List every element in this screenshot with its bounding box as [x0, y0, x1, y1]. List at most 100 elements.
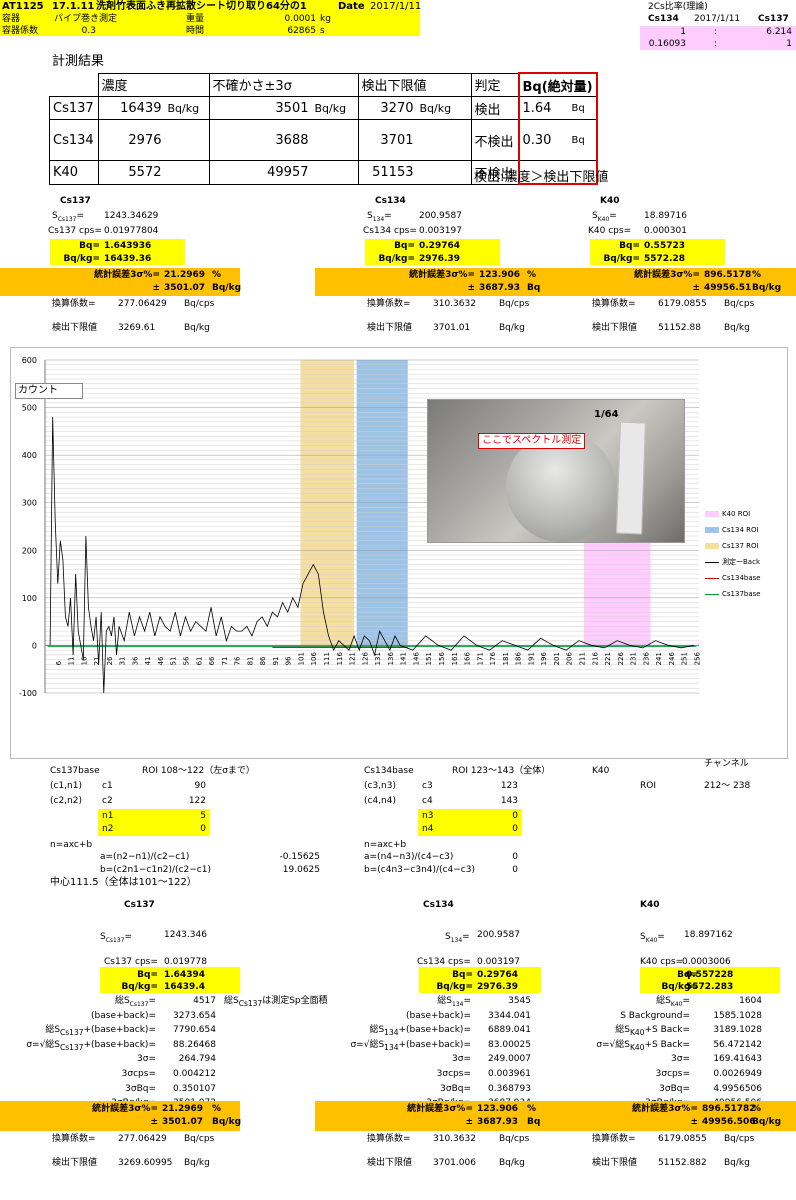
x-tick-label: 201	[553, 652, 561, 665]
roi134-b-label: b=(c4n3−c3n4)/(c4−c3)	[364, 865, 475, 875]
weight-value: 0.0001	[284, 14, 317, 24]
date-value: 2017/1/11	[370, 1, 422, 12]
cs137-det-bb-val: 3273.654	[173, 1010, 216, 1021]
cs137-sum-conv-unit: Bq/cps	[184, 299, 215, 309]
results-header-row: 濃度 不確かさ±3σ 検出下限値 判定 Bq(絶対量)	[49, 72, 598, 97]
lim-cs137: 3270	[357, 96, 417, 120]
cs137-det-sum-val: 7790.654	[173, 1025, 216, 1036]
roi134-n3v: 0	[512, 811, 518, 821]
cs134-det-bqkg-label: Bq/kg=	[436, 982, 473, 992]
k40-det-conv-val: 6179.0855	[658, 1134, 707, 1144]
lim-k40: 51153	[357, 160, 417, 185]
roi137-label: Cs137base	[50, 766, 100, 776]
roi137-a-label: a=(n2−n1)/(c2−c1)	[100, 852, 190, 862]
cs137-det-err-unit: %	[212, 1104, 222, 1114]
k40-det-bqkg-val: 5572.283	[686, 982, 734, 992]
k40-sum-cps-label: K40 cps=	[588, 226, 632, 236]
k40-det-s3-val: 169.41643	[713, 1054, 762, 1065]
sample-title: 洗剤竹表面ふき再拡散シート切り取り64分の1	[96, 1, 307, 12]
date-code: 17.1.11	[52, 1, 95, 12]
x-tick-label: 176	[489, 652, 497, 666]
legend-label: Cs134 ROI	[722, 526, 759, 534]
cs137-sum-bq-val: 1.643936	[104, 241, 152, 251]
cs137-det-s3-label: 3σ=	[137, 1054, 156, 1065]
judge-cs134: 不検出	[470, 119, 519, 161]
legend-swatch	[705, 527, 719, 533]
cs134-det-err-val: 123.906	[477, 1104, 518, 1114]
roi134-r1b: c3	[422, 781, 433, 791]
cs134-det-s3-val: 249.0007	[488, 1054, 531, 1065]
k40-sum-err-val: 896.5178	[704, 270, 752, 280]
cs134-det-bq-label: Bq=	[452, 970, 473, 980]
cs134-det-conv-val: 310.3632	[433, 1134, 476, 1144]
time-unit: s	[320, 26, 325, 36]
roi134-range: ROI 123〜143（全体）	[452, 766, 551, 776]
x-tick-label: 46	[157, 656, 165, 665]
cs134-det-lim-unit: Bq/kg	[499, 1158, 525, 1168]
cs134-det-lim-label: 検出下限値	[367, 1158, 413, 1168]
time-label: 時間	[186, 26, 205, 36]
cs134-det-lim-val: 3701.006	[433, 1158, 476, 1168]
x-tick-label: 66	[208, 656, 216, 665]
cs134-sum-err-val: 123.906	[479, 270, 520, 280]
cs137-sum-bqkg-label: Bq/kg=	[63, 254, 100, 264]
cs137-det-total-label: 総SCs137=	[114, 996, 156, 1008]
date-label: Date	[338, 1, 365, 12]
k40-det-conv-unit: Bq/cps	[724, 1134, 755, 1144]
roi137-n2v: 0	[200, 824, 206, 834]
roi134-n4: n4	[422, 824, 434, 834]
cs137-det-s3bq-val: 0.350107	[173, 1083, 216, 1094]
k40-sum-lim-unit: Bq/kg	[724, 323, 750, 333]
roi134-label: Cs134base	[364, 766, 414, 776]
nuclide-cs134: Cs134	[49, 119, 99, 161]
roi137-r1c: 90	[194, 781, 206, 791]
nuclide-cs137: Cs137	[49, 96, 99, 120]
legend-label: Cs134base	[722, 574, 761, 582]
roi137-b-val: 19.0625	[282, 865, 320, 875]
cs137-det-conv-unit: Bq/cps	[184, 1134, 215, 1144]
roi134-r2a: (c4,n4)	[364, 796, 396, 806]
k40-sum-conv-val: 6179.0855	[658, 299, 707, 309]
cs134-sum-conv-label: 換算係数=	[367, 299, 411, 309]
unc-k40: 49957	[208, 160, 312, 185]
ratio-cs137: Cs137	[758, 14, 789, 24]
roi134-r2b: c4	[422, 796, 433, 806]
container-value: パイプ巻き測定	[54, 14, 118, 24]
x-tick-label: 231	[630, 652, 638, 665]
lim-unit-cs137: Bq/kg	[416, 96, 472, 120]
ratio-r2b: 1	[786, 39, 792, 49]
chart-legend: K40 ROI Cs134 ROI Cs137 ROI 測定ーBack Cs134bas…	[705, 506, 761, 602]
results-header-judge: 判定	[470, 72, 519, 97]
y-tick-label: 500	[22, 404, 37, 413]
k40-det-title: K40	[640, 900, 660, 910]
cs134-sum-err-unit: %	[527, 270, 537, 280]
results-header-abs: Bq(絶対量)	[517, 72, 598, 97]
cs134-det-bb-label: (base+back)=	[406, 1010, 471, 1021]
cs134-sum-title: Cs134	[375, 196, 406, 206]
cs134-sum-bqkg-label: Bq/kg=	[378, 254, 415, 264]
roi134-eq: n=axc+b	[364, 840, 407, 850]
cs134-det-s3cps-label: 3σcps=	[436, 1069, 471, 1079]
k40-sum-s-label: SK40=	[592, 211, 617, 223]
roi137-r2b: c2	[102, 796, 113, 806]
cs137-det-sum-label: 総SCs137+(base+back)=	[45, 1025, 156, 1037]
cs137-det-err-val: 21.2969	[162, 1104, 203, 1114]
legend-item: K40 ROI	[705, 506, 761, 522]
x-tick-label: 181	[502, 652, 510, 665]
k40-det-err-val: 896.51782	[702, 1104, 756, 1114]
results-table: 濃度 不確かさ±3σ 検出下限値 判定 Bq(絶対量) Cs137 16439 …	[49, 72, 598, 185]
k40-sum-title: K40	[600, 196, 620, 206]
cs137-sum-bq-label: Bq=	[79, 241, 100, 251]
cs137-sum-err-val: 21.2969	[164, 270, 205, 280]
ratio-r1b: 6.214	[766, 27, 792, 37]
k40-sum-bqkg-val: 5572.28	[644, 254, 685, 264]
x-tick-label: 141	[400, 652, 408, 665]
cs137-det-pm-unit: Bq/kg	[212, 1117, 242, 1127]
spectrum-chart: -100 0 100 200 300 400 500 600 6 11 16 21 26 31 36 41 46…	[10, 347, 788, 759]
x-tick-label: 156	[438, 652, 446, 666]
legend-label: Cs137 ROI	[722, 542, 759, 550]
results-header-unc: 不確かさ±3σ	[208, 72, 359, 97]
k40-sum-pm: ±	[692, 283, 700, 293]
x-tick-label: 106	[310, 652, 318, 666]
x-tick-label: 146	[412, 652, 420, 666]
